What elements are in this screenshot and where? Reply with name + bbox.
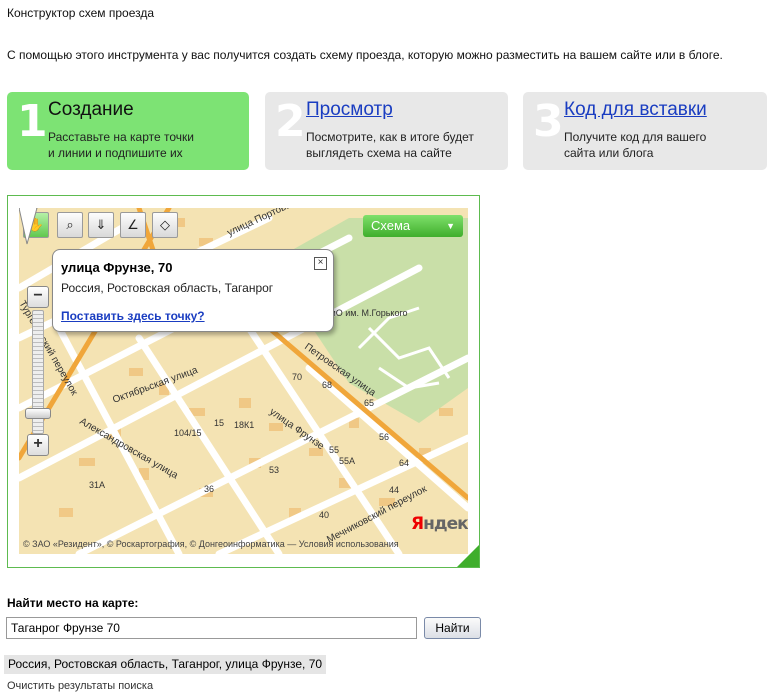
house-number: 31А [89, 480, 105, 490]
map-layer-label: Схема [371, 218, 411, 233]
house-number: 65 [364, 398, 374, 408]
house-number: 104/15 [174, 428, 202, 438]
zoom-slider-handle[interactable] [25, 408, 51, 419]
step-title: Создание [48, 99, 134, 120]
zoom-out-button[interactable]: − [27, 286, 49, 308]
search-label: Найти место на карте: [7, 596, 139, 610]
yandex-logo: Яндекс [411, 514, 468, 534]
page-title: Конструктор схем проезда [7, 6, 155, 20]
minus-icon: − [33, 287, 43, 304]
step-create[interactable]: 1 Создание Расставьте на карте точки и ли… [7, 92, 249, 170]
house-number: 68 [322, 380, 332, 390]
step-embed-code-link[interactable]: Код для вставки [564, 99, 707, 121]
street-label: Октябрьская улица [111, 364, 200, 406]
polygon-icon: ◇ [160, 217, 170, 232]
magnifier-icon: ⌕ [66, 217, 74, 232]
map-frame: улица Портова Октябрьская улица Александ… [7, 195, 480, 568]
zoom-in-button[interactable]: + [27, 434, 49, 456]
step-number: 1 [17, 96, 48, 147]
chevron-down-icon: ▼ [446, 221, 455, 231]
step-preview[interactable]: 2 Просмотр Посмотрите, как в итоге будет… [265, 92, 508, 170]
place-point-link[interactable]: Поставить здесь точку? [61, 309, 205, 323]
house-number: 40 [319, 510, 329, 520]
plus-icon: + [33, 435, 43, 452]
house-number: 36 [204, 484, 214, 494]
step-description: Посмотрите, как в итоге будет выглядеть с… [306, 130, 474, 160]
house-number: 64 [399, 458, 409, 468]
house-number: 55 [329, 445, 339, 455]
polygon-tool-button[interactable]: ◇ [152, 212, 178, 238]
step-description: Получите код для вашего сайта или блога [564, 130, 707, 160]
balloon-tail [19, 208, 38, 245]
balloon-address: Россия, Ростовская область, Таганрог [61, 281, 274, 295]
house-number: 56 [379, 432, 389, 442]
map-view[interactable]: улица Портова Октябрьская улица Александ… [19, 208, 468, 554]
magnifier-tool-button[interactable]: ⌕ [57, 212, 83, 238]
street-label: улица Портова [226, 208, 294, 239]
street-label: Александровская улица [78, 416, 181, 482]
map-balloon: улица Фрунзе, 70 Россия, Ростовская обла… [52, 249, 334, 332]
house-number: 55А [339, 456, 355, 466]
search-button[interactable]: Найти [424, 617, 481, 639]
clear-results-link[interactable]: Очистить результаты поиска [7, 680, 153, 692]
step-description: Расставьте на карте точки и линии и подпи… [48, 130, 194, 160]
close-icon[interactable]: × [314, 257, 327, 270]
step-preview-link[interactable]: Просмотр [306, 99, 393, 121]
pin-icon: ⇓ [95, 217, 107, 232]
polyline-tool-button[interactable]: ∠ [120, 212, 146, 238]
house-number: 18К1 [234, 420, 254, 430]
placemark-tool-button[interactable]: ⇓ [88, 212, 114, 238]
house-number: 70 [292, 372, 302, 382]
house-number: 15 [214, 418, 224, 428]
search-result-item[interactable]: Россия, Ростовская область, Таганрог, ул… [4, 655, 327, 674]
step-number: 2 [275, 96, 306, 147]
house-number: 53 [269, 465, 279, 475]
resize-corner[interactable] [457, 545, 479, 567]
polyline-icon: ∠ [127, 217, 139, 232]
map-copyright[interactable]: © ЗАО «Резидент», © Роскартография, © До… [23, 539, 399, 549]
search-input[interactable] [6, 617, 417, 639]
step-number: 3 [533, 96, 564, 147]
step-embed-code[interactable]: 3 Код для вставки Получите код для вашег… [523, 92, 767, 170]
intro-text: С помощью этого инструмента у вас получи… [7, 48, 723, 62]
balloon-title: улица Фрунзе, 70 [61, 260, 173, 275]
map-layer-dropdown[interactable]: Схема ▼ [363, 215, 463, 237]
house-number: 44 [389, 485, 399, 495]
